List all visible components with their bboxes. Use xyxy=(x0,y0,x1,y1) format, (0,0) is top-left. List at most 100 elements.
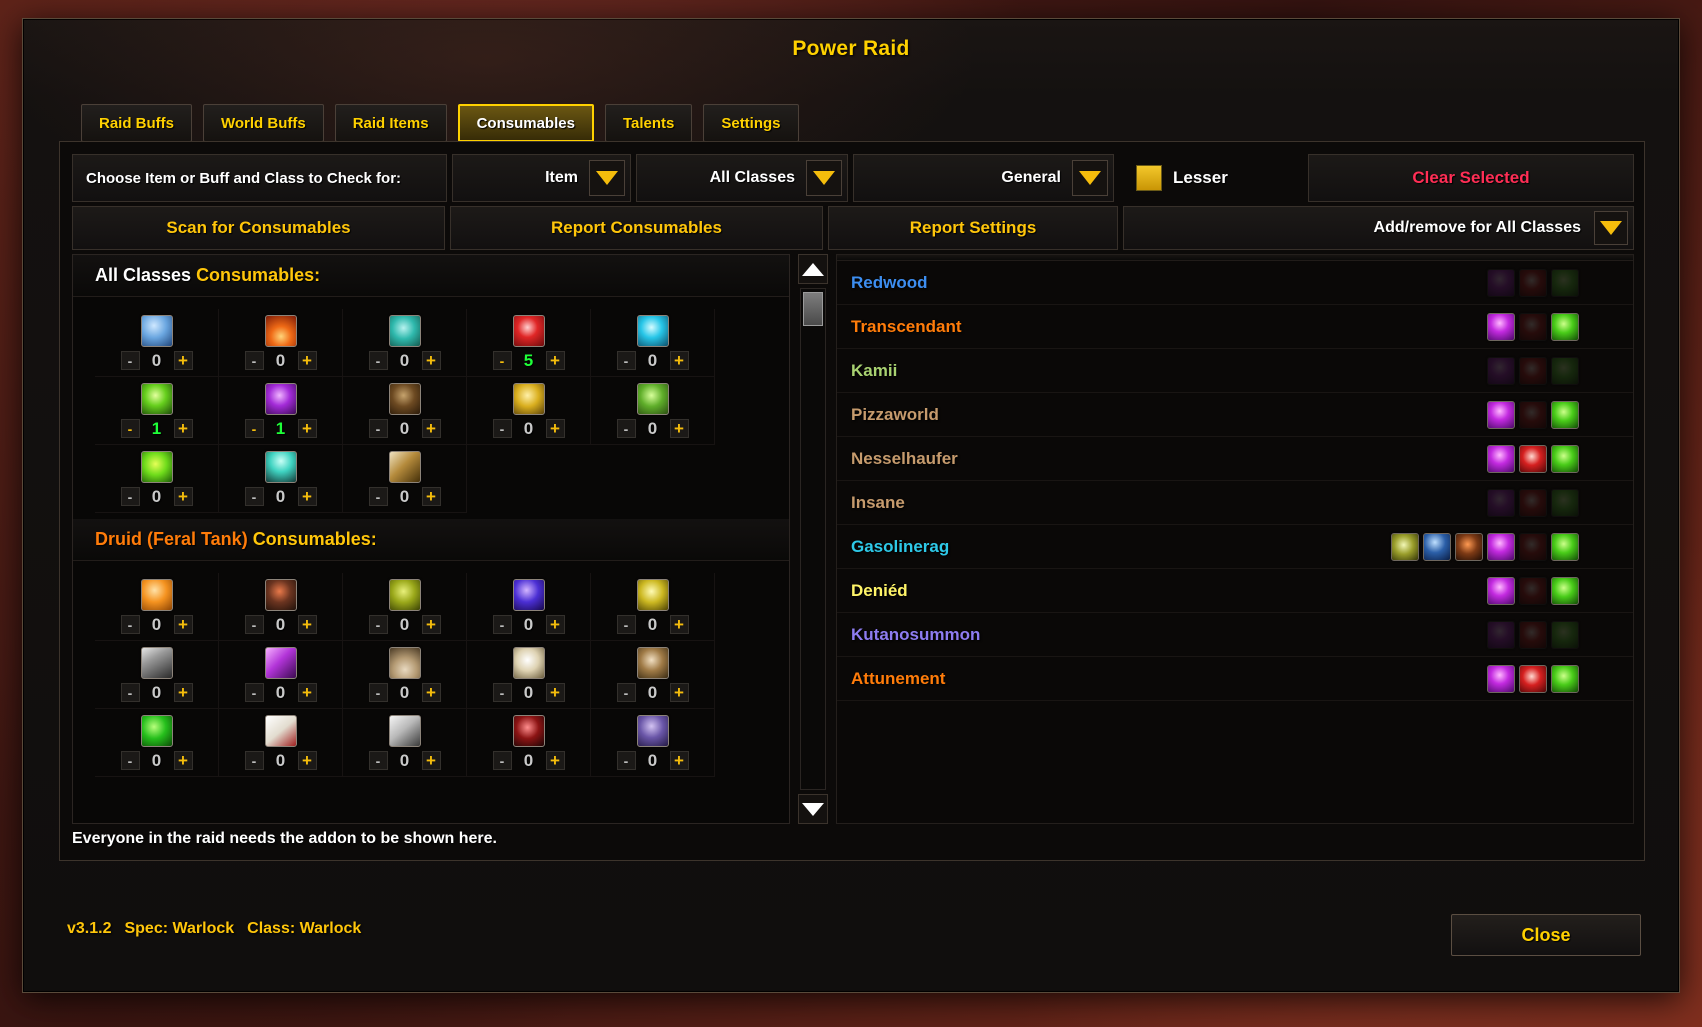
green-elixir-icon[interactable] xyxy=(1551,444,1579,473)
sand-pile-icon[interactable] xyxy=(388,646,421,679)
navy-potion-icon[interactable] xyxy=(1423,532,1451,561)
decrement-button[interactable]: - xyxy=(492,351,512,370)
increment-button[interactable]: + xyxy=(297,615,317,634)
canister-icon[interactable] xyxy=(140,646,173,679)
scrollbar-track[interactable] xyxy=(800,288,826,790)
consumable-cell[interactable]: -1 + xyxy=(219,377,343,445)
increment-button[interactable]: + xyxy=(669,419,689,438)
increment-button[interactable]: + xyxy=(669,615,689,634)
increment-button[interactable]: + xyxy=(545,419,565,438)
increment-button[interactable]: + xyxy=(669,751,689,770)
flask-icon[interactable] xyxy=(1487,532,1515,561)
tab-talents[interactable]: Talents xyxy=(604,104,693,142)
decrement-button[interactable]: - xyxy=(616,615,636,634)
increment-button[interactable]: + xyxy=(421,351,441,370)
green-flask-icon[interactable] xyxy=(140,382,173,415)
flask-icon[interactable] xyxy=(1487,488,1515,517)
flask-icon[interactable] xyxy=(1487,400,1515,429)
green-elixir-icon[interactable] xyxy=(1551,620,1579,649)
teal-bowl-icon[interactable] xyxy=(264,450,297,483)
purple-jar-icon[interactable] xyxy=(636,714,669,747)
green-rune-icon[interactable] xyxy=(140,450,173,483)
teal-flask-icon[interactable] xyxy=(388,314,421,347)
consumable-cell[interactable]: -0 + xyxy=(591,573,715,641)
red-elixir-icon[interactable] xyxy=(1519,488,1547,517)
flask-icon[interactable] xyxy=(1487,664,1515,693)
lesser-color-swatch[interactable] xyxy=(1136,165,1162,191)
decrement-button[interactable]: - xyxy=(120,351,140,370)
close-button[interactable]: Close xyxy=(1451,914,1641,956)
consumable-cell[interactable]: -0 + xyxy=(467,377,591,445)
increment-button[interactable]: + xyxy=(173,419,193,438)
green-herb-icon[interactable] xyxy=(636,382,669,415)
consumable-cell[interactable]: -0 + xyxy=(219,445,343,513)
brown-fin-icon[interactable] xyxy=(636,646,669,679)
wand-icon[interactable] xyxy=(388,450,421,483)
scroll-up-button[interactable] xyxy=(798,254,828,284)
decrement-button[interactable]: - xyxy=(120,615,140,634)
decrement-button[interactable]: - xyxy=(244,419,264,438)
purple-spike-icon[interactable] xyxy=(264,646,297,679)
flask-icon[interactable] xyxy=(1487,356,1515,385)
spike-icon[interactable] xyxy=(388,714,421,747)
scroll-down-button[interactable] xyxy=(798,794,828,824)
decrement-button[interactable]: - xyxy=(244,487,264,506)
increment-button[interactable]: + xyxy=(297,683,317,702)
bandage-icon[interactable] xyxy=(264,714,297,747)
blue-vial-icon[interactable] xyxy=(140,314,173,347)
decrement-button[interactable]: - xyxy=(244,615,264,634)
consumable-cell[interactable]: -0 + xyxy=(95,445,219,513)
increment-button[interactable]: + xyxy=(297,351,317,370)
green-elixir-icon[interactable] xyxy=(1551,488,1579,517)
red-elixir-icon[interactable] xyxy=(1519,620,1547,649)
increment-button[interactable]: + xyxy=(421,419,441,438)
green-elixir-icon[interactable] xyxy=(1551,312,1579,341)
consumable-cell[interactable]: -0 + xyxy=(591,377,715,445)
decrement-button[interactable]: - xyxy=(616,351,636,370)
meat-icon[interactable] xyxy=(1455,532,1483,561)
blue-potion-icon[interactable] xyxy=(512,578,545,611)
eye-flask-icon[interactable] xyxy=(1391,532,1419,561)
raid-member-row[interactable]: Gasolinerag xyxy=(837,525,1633,569)
raid-member-row[interactable]: Kutanosummon xyxy=(837,613,1633,657)
scrollbar-thumb[interactable] xyxy=(803,292,823,326)
report-settings-button[interactable]: Report Settings xyxy=(828,206,1118,250)
consumable-cell[interactable]: -0 + xyxy=(95,709,219,777)
increment-button[interactable]: + xyxy=(545,351,565,370)
increment-button[interactable]: + xyxy=(173,615,193,634)
decrement-button[interactable]: - xyxy=(244,351,264,370)
red-elixir-icon[interactable] xyxy=(1519,576,1547,605)
decrement-button[interactable]: - xyxy=(492,419,512,438)
consumable-cell[interactable]: -0 + xyxy=(219,309,343,377)
increment-button[interactable]: + xyxy=(545,751,565,770)
consumable-cell[interactable]: -0 + xyxy=(343,709,467,777)
raid-member-row[interactable]: Kamii xyxy=(837,349,1633,393)
tab-world-buffs[interactable]: World Buffs xyxy=(203,104,324,142)
increment-button[interactable]: + xyxy=(173,751,193,770)
decrement-button[interactable]: - xyxy=(120,751,140,770)
decrement-button[interactable]: - xyxy=(368,351,388,370)
olive-potion-icon[interactable] xyxy=(388,578,421,611)
raid-member-row[interactable]: Pizzaworld xyxy=(837,393,1633,437)
decrement-button[interactable]: - xyxy=(120,487,140,506)
decrement-button[interactable]: - xyxy=(616,683,636,702)
decrement-button[interactable]: - xyxy=(244,683,264,702)
consumable-cell[interactable]: -0 + xyxy=(591,709,715,777)
green-elixir-icon[interactable] xyxy=(1551,664,1579,693)
consumable-cell[interactable]: -0 + xyxy=(467,573,591,641)
red-elixir-icon[interactable] xyxy=(512,314,545,347)
decrement-button[interactable]: - xyxy=(368,615,388,634)
decrement-button[interactable]: - xyxy=(368,487,388,506)
consumable-cell[interactable]: -0 + xyxy=(467,641,591,709)
consumable-cell[interactable]: -0 + xyxy=(343,445,467,513)
green-leaf-icon[interactable] xyxy=(140,714,173,747)
raid-member-row[interactable]: Deniéd xyxy=(837,569,1633,613)
consumable-cell[interactable]: -0 + xyxy=(343,309,467,377)
increment-button[interactable]: + xyxy=(545,683,565,702)
clear-selected-button[interactable]: Clear Selected xyxy=(1308,154,1634,202)
consumable-cell[interactable]: -0 + xyxy=(343,641,467,709)
decrement-button[interactable]: - xyxy=(616,751,636,770)
red-elixir-icon[interactable] xyxy=(1519,356,1547,385)
tab-settings[interactable]: Settings xyxy=(703,104,799,142)
increment-button[interactable]: + xyxy=(297,487,317,506)
